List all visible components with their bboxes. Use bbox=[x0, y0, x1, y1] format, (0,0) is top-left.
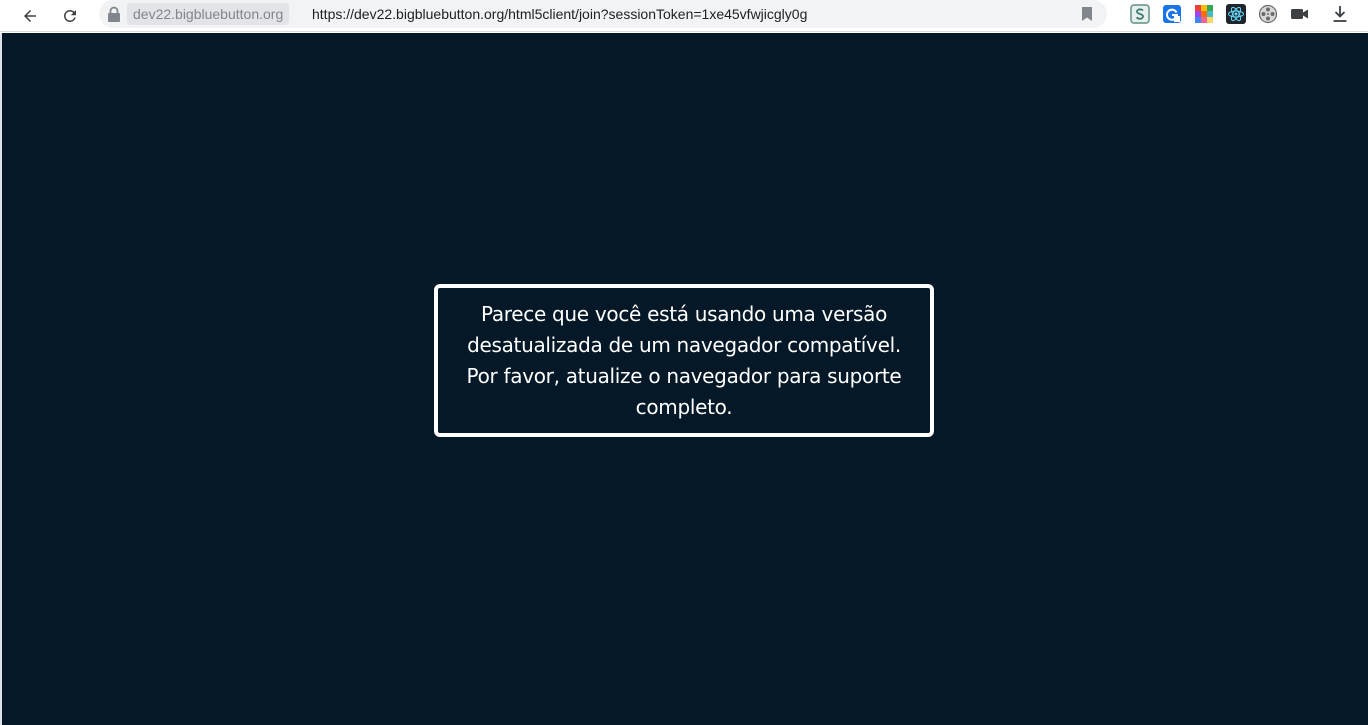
video-camera-icon[interactable] bbox=[1290, 4, 1310, 24]
s-extension-icon[interactable] bbox=[1130, 4, 1150, 24]
download-icon[interactable] bbox=[1330, 4, 1350, 24]
browser-toolbar: dev22.bigbluebutton.org https://dev22.bi… bbox=[0, 0, 1368, 32]
notice-message: Parece que você está usando uma versão d… bbox=[466, 301, 902, 419]
back-arrow-icon bbox=[24, 10, 36, 22]
url-text[interactable]: https://dev22.bigbluebutton.org/html5cli… bbox=[312, 3, 807, 25]
unsupported-browser-notice: Parece que você está usando uma versão d… bbox=[434, 284, 934, 437]
back-button[interactable] bbox=[16, 2, 44, 30]
grid-extension-icon[interactable] bbox=[1194, 4, 1214, 24]
origin-chip[interactable]: dev22.bigbluebutton.org bbox=[127, 3, 290, 25]
lock-icon[interactable] bbox=[107, 6, 121, 22]
g-extension-icon[interactable] bbox=[1162, 4, 1182, 24]
reload-button[interactable] bbox=[56, 2, 84, 30]
bookmark-icon[interactable] bbox=[1081, 6, 1093, 22]
film-reel-icon[interactable] bbox=[1258, 4, 1278, 24]
react-devtools-icon[interactable] bbox=[1226, 4, 1246, 24]
reload-icon bbox=[63, 9, 76, 22]
address-bar[interactable]: dev22.bigbluebutton.org https://dev22.bi… bbox=[99, 0, 1107, 28]
